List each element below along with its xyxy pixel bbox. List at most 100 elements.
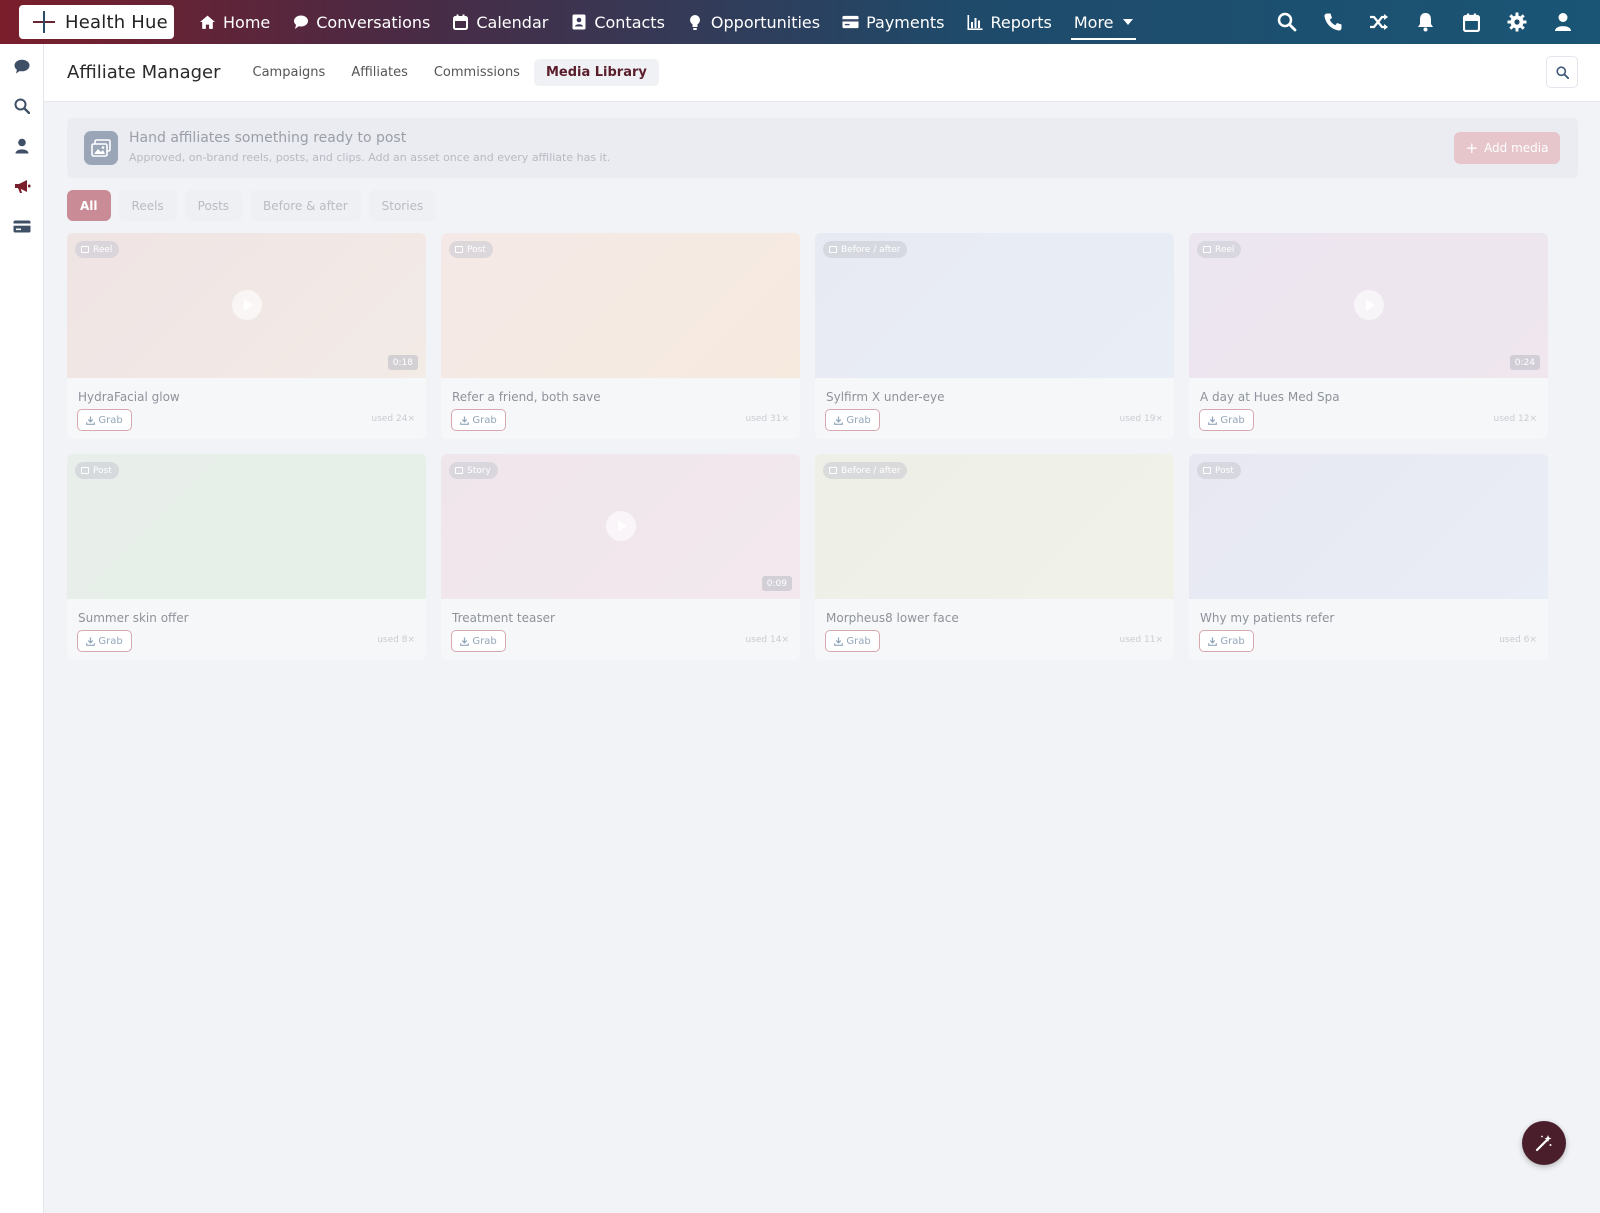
nav-item-opportunities[interactable]: Opportunities bbox=[676, 0, 831, 44]
media-thumbnail[interactable]: Post bbox=[67, 454, 426, 599]
media-grid: Reel 0:18 HydraFacial glow Grab used 24× Post… bbox=[67, 233, 1579, 660]
search-icon[interactable] bbox=[1264, 0, 1310, 44]
grab-button[interactable]: Grab bbox=[77, 409, 132, 431]
grab-button[interactable]: Grab bbox=[77, 630, 132, 652]
calendar-icon[interactable] bbox=[1448, 0, 1494, 44]
card-icon[interactable] bbox=[0, 206, 44, 246]
nav-item-calendar[interactable]: Calendar bbox=[441, 0, 559, 44]
search-icon[interactable] bbox=[0, 86, 44, 126]
nav-item-conversations[interactable]: Conversations bbox=[281, 0, 441, 44]
grab-button[interactable]: Grab bbox=[825, 630, 880, 652]
add-media-button[interactable]: + Add media bbox=[1454, 132, 1560, 164]
grab-label: Grab bbox=[98, 414, 123, 426]
filter-stories[interactable]: Stories bbox=[368, 190, 437, 221]
media-type-icon bbox=[1203, 467, 1211, 474]
grab-label: Grab bbox=[1220, 635, 1245, 647]
media-type-label: Before / after bbox=[841, 244, 901, 255]
bell-icon[interactable] bbox=[1402, 0, 1448, 44]
usage-count: used 11× bbox=[1119, 635, 1164, 645]
media-type-icon bbox=[81, 246, 89, 253]
tab-campaigns[interactable]: Campaigns bbox=[241, 59, 338, 86]
filter-reels[interactable]: Reels bbox=[118, 190, 177, 221]
filter-before-after[interactable]: Before & after bbox=[250, 190, 361, 221]
nav-tools bbox=[1264, 0, 1586, 44]
media-card[interactable]: Reel 0:24 A day at Hues Med Spa Grab used 12… bbox=[1189, 233, 1548, 439]
usage-count: used 6× bbox=[1499, 635, 1537, 645]
media-type-label: Reel bbox=[1215, 244, 1235, 255]
media-thumbnail[interactable]: Post bbox=[1189, 454, 1548, 599]
grab-button[interactable]: Grab bbox=[1199, 409, 1254, 431]
duration-badge: 0:24 bbox=[1509, 355, 1540, 370]
media-type-badge: Before / after bbox=[823, 462, 908, 479]
megaphone-icon[interactable] bbox=[0, 166, 44, 206]
play-icon[interactable] bbox=[1354, 290, 1384, 320]
media-card[interactable]: Reel 0:18 HydraFacial glow Grab used 24× bbox=[67, 233, 426, 439]
banner-title: Hand affiliates something ready to post bbox=[129, 130, 407, 146]
top-nav: Health Hue Home Conversations Calendar C… bbox=[0, 0, 1600, 44]
media-card[interactable]: Post Summer skin offer Grab used 8× bbox=[67, 454, 426, 660]
tab-commissions[interactable]: Commissions bbox=[422, 59, 532, 86]
play-icon[interactable] bbox=[606, 511, 636, 541]
media-stack-icon bbox=[84, 131, 118, 165]
filter-all[interactable]: All bbox=[67, 190, 111, 221]
nav-item-payments[interactable]: Payments bbox=[831, 0, 955, 44]
media-card[interactable]: Post Refer a friend, both save Grab used 31… bbox=[441, 233, 800, 439]
nav-label: Reports bbox=[990, 12, 1052, 32]
subheader-search-button[interactable] bbox=[1546, 56, 1578, 88]
banner-subtitle: Approved, on-brand reels, posts, and cli… bbox=[129, 151, 611, 164]
user-icon[interactable] bbox=[0, 126, 44, 166]
media-thumbnail[interactable]: Reel 0:24 bbox=[1189, 233, 1548, 378]
phone-icon[interactable] bbox=[1310, 0, 1356, 44]
nav-label: Calendar bbox=[476, 12, 549, 32]
media-card[interactable]: Story 0:09 Treatment teaser Grab used 14× bbox=[441, 454, 800, 660]
download-icon bbox=[834, 636, 844, 646]
brand-logo[interactable]: Health Hue bbox=[19, 5, 174, 39]
media-thumbnail[interactable]: Before / after bbox=[815, 233, 1174, 378]
grab-button[interactable]: Grab bbox=[451, 630, 506, 652]
media-type-label: Story bbox=[467, 465, 491, 476]
nav-label: Payments bbox=[866, 12, 945, 32]
media-thumbnail[interactable]: Story 0:09 bbox=[441, 454, 800, 599]
user-icon[interactable] bbox=[1540, 0, 1586, 44]
grab-label: Grab bbox=[472, 414, 497, 426]
media-title: Why my patients refer bbox=[1200, 611, 1335, 625]
magic-wand-button[interactable] bbox=[1522, 1121, 1566, 1165]
shuffle-icon[interactable] bbox=[1356, 0, 1402, 44]
media-type-label: Post bbox=[467, 244, 486, 255]
media-title: Sylfirm X under-eye bbox=[826, 390, 945, 404]
usage-count: used 8× bbox=[377, 635, 415, 645]
play-icon[interactable] bbox=[232, 290, 262, 320]
media-type-icon bbox=[455, 467, 463, 474]
gear-icon[interactable] bbox=[1494, 0, 1540, 44]
credit-card-icon bbox=[842, 14, 859, 31]
chat-icon[interactable] bbox=[0, 46, 44, 86]
grab-button[interactable]: Grab bbox=[1199, 630, 1254, 652]
chevron-down-icon bbox=[1122, 19, 1133, 25]
tab-affiliates[interactable]: Affiliates bbox=[339, 59, 420, 86]
calendar-icon bbox=[452, 14, 469, 31]
grab-button[interactable]: Grab bbox=[825, 409, 880, 431]
media-card[interactable]: Post Why my patients refer Grab used 6× bbox=[1189, 454, 1548, 660]
media-thumbnail[interactable]: Post bbox=[441, 233, 800, 378]
media-title: Morpheus8 lower face bbox=[826, 611, 959, 625]
tab-media-library[interactable]: Media Library bbox=[533, 59, 659, 86]
info-banner: Hand affiliates something ready to post … bbox=[67, 118, 1578, 178]
media-type-icon bbox=[455, 246, 463, 253]
media-type-badge: Reel bbox=[75, 241, 120, 258]
usage-count: used 12× bbox=[1493, 414, 1538, 424]
nav-item-reports[interactable]: Reports bbox=[955, 0, 1062, 44]
grab-button[interactable]: Grab bbox=[451, 409, 506, 431]
nav-item-contacts[interactable]: Contacts bbox=[559, 0, 676, 44]
media-thumbnail[interactable]: Before / after bbox=[815, 454, 1174, 599]
media-type-badge: Story bbox=[449, 462, 498, 479]
media-card[interactable]: Before / after Sylfirm X under-eye Grab use… bbox=[815, 233, 1174, 439]
nav-item-more[interactable]: More bbox=[1063, 0, 1144, 44]
grab-label: Grab bbox=[1220, 414, 1245, 426]
brand-mark-icon bbox=[31, 9, 57, 35]
media-card[interactable]: Before / after Morpheus8 lower face Grab us… bbox=[815, 454, 1174, 660]
media-thumbnail[interactable]: Reel 0:18 bbox=[67, 233, 426, 378]
filter-chips: All Reels Posts Before & after Stories bbox=[67, 190, 437, 221]
nav-item-home[interactable]: Home bbox=[188, 0, 281, 44]
media-library-content: Hand affiliates something ready to post … bbox=[44, 102, 1600, 1213]
filter-posts[interactable]: Posts bbox=[184, 190, 243, 221]
